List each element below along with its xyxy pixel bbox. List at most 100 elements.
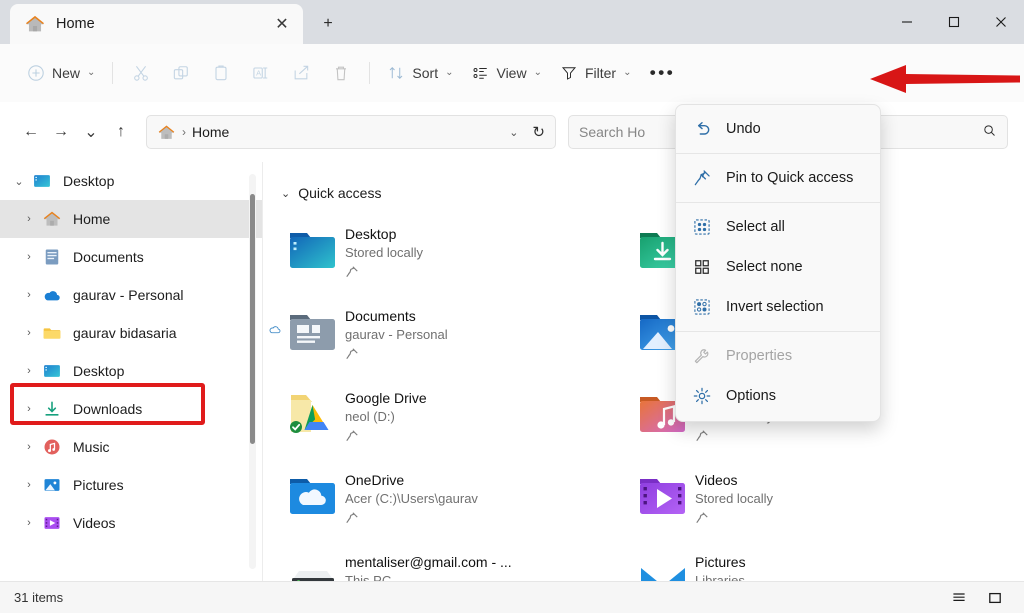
tile-subtitle: This PC bbox=[345, 573, 392, 581]
chevron-right-icon[interactable]: › bbox=[18, 365, 40, 377]
details-view-button[interactable] bbox=[980, 586, 1010, 610]
sidebar-item-label: Documents bbox=[73, 249, 144, 265]
svg-text:A: A bbox=[257, 68, 262, 77]
quick-access-tile[interactable]: Pictures Libraries bbox=[623, 540, 973, 581]
minimize-button[interactable] bbox=[883, 0, 930, 44]
chevron-down-icon[interactable]: ⌄ bbox=[281, 187, 290, 200]
recent-locations-button[interactable]: ⌄ bbox=[76, 117, 106, 147]
nav-scrollbar-thumb[interactable] bbox=[250, 194, 255, 444]
cut-icon[interactable] bbox=[121, 56, 161, 90]
tile-name: Desktop bbox=[345, 226, 397, 242]
maximize-button[interactable] bbox=[930, 0, 977, 44]
tile-icon-wrap bbox=[281, 466, 345, 526]
back-button[interactable]: ← bbox=[16, 117, 46, 147]
sidebar-item-downloads[interactable]: › Downloads bbox=[0, 390, 262, 428]
chevron-right-icon[interactable]: › bbox=[18, 479, 40, 491]
chevron-right-icon[interactable]: › bbox=[18, 251, 40, 263]
sidebar-item-desktop[interactable]: ⌄ Desktop bbox=[0, 162, 262, 200]
desktop-folder-icon bbox=[288, 228, 338, 272]
chevron-right-icon[interactable]: › bbox=[18, 213, 40, 225]
new-label: New bbox=[52, 64, 81, 81]
tile-text: Pictures Libraries bbox=[695, 548, 746, 581]
list-view-button[interactable] bbox=[944, 586, 974, 610]
menu-item-undo[interactable]: Undo bbox=[676, 109, 880, 149]
menu-item-label: Invert selection bbox=[726, 299, 824, 315]
share-icon[interactable] bbox=[281, 56, 321, 90]
tile-subtitle: neol (D:) bbox=[345, 409, 395, 424]
chevron-down-icon: ⌄ bbox=[533, 67, 542, 78]
tile-name: Google Drive bbox=[345, 390, 427, 406]
sidebar-item-music[interactable]: › Music bbox=[0, 428, 262, 466]
chevron-down-icon[interactable]: ⌄ bbox=[501, 126, 526, 139]
tile-icon-wrap bbox=[281, 548, 345, 581]
sidebar-item-desktop[interactable]: › Desktop bbox=[0, 352, 262, 390]
filter-button[interactable]: Filter ⌄ bbox=[551, 56, 641, 90]
menu-item-select-all[interactable]: Select all bbox=[676, 207, 880, 247]
chevron-right-icon[interactable]: › bbox=[18, 517, 40, 529]
divider bbox=[112, 61, 114, 84]
sidebar-item-label: Downloads bbox=[73, 401, 143, 417]
tile-name: Documents bbox=[345, 308, 416, 324]
rename-icon[interactable]: A bbox=[241, 56, 281, 90]
chevron-down-icon: ⌄ bbox=[87, 67, 96, 78]
menu-item-options[interactable]: Options bbox=[676, 376, 880, 416]
breadcrumb-separator: › bbox=[182, 125, 186, 139]
sidebar-item-videos[interactable]: › Videos bbox=[0, 504, 262, 542]
chevron-right-icon[interactable]: › bbox=[18, 441, 40, 453]
quick-access-tile[interactable]: OneDrive Acer (C:)\Users\gaurav bbox=[273, 458, 623, 540]
sidebar-item-documents[interactable]: › Documents bbox=[0, 238, 262, 276]
chevron-right-icon[interactable]: › bbox=[18, 289, 40, 301]
menu-item-pin-to-quick-access[interactable]: Pin to Quick access bbox=[676, 158, 880, 198]
filter-label: Filter bbox=[584, 64, 617, 81]
quick-access-grid: DesktopStored locally DownloadsStored lo… bbox=[269, 212, 1024, 581]
refresh-icon[interactable]: ↻ bbox=[532, 123, 549, 141]
view-button[interactable]: View ⌄ bbox=[462, 56, 550, 90]
quick-access-tile[interactable]: Google Drive neol (D:) bbox=[273, 376, 623, 458]
tile-icon-wrap bbox=[631, 548, 695, 581]
sort-button[interactable]: Sort ⌄ bbox=[378, 56, 462, 90]
new-button[interactable]: New ⌄ bbox=[18, 56, 104, 90]
paste-icon[interactable] bbox=[201, 56, 241, 90]
menu-item-label: Undo bbox=[726, 121, 761, 137]
menu-item-select-none[interactable]: Select none bbox=[676, 247, 880, 287]
chevron-right-icon[interactable]: › bbox=[18, 403, 40, 415]
home-icon bbox=[24, 13, 46, 35]
menu-separator bbox=[676, 331, 880, 332]
tab-home[interactable]: Home ✕ bbox=[10, 4, 303, 44]
close-icon[interactable]: ✕ bbox=[269, 11, 295, 37]
menu-item-label: Pin to Quick access bbox=[726, 170, 854, 186]
plus-circle-icon bbox=[28, 64, 44, 81]
pin-small-icon bbox=[345, 429, 359, 443]
sidebar-item-home[interactable]: › Home bbox=[0, 200, 262, 238]
properties-icon bbox=[692, 346, 712, 366]
new-tab-button[interactable]: + bbox=[309, 7, 347, 41]
breadcrumb[interactable]: Home bbox=[192, 124, 495, 140]
menu-item-invert-selection[interactable]: Invert selection bbox=[676, 287, 880, 327]
chevron-down-icon[interactable]: ⌄ bbox=[8, 175, 30, 188]
close-button[interactable] bbox=[977, 0, 1024, 44]
quick-access-group-header[interactable]: ⌄ Quick access bbox=[273, 180, 1024, 206]
forward-button[interactable]: → bbox=[46, 117, 76, 147]
sidebar-item-gaurav-bidasaria[interactable]: › gaurav bidasaria bbox=[0, 314, 262, 352]
cloud-status-icon bbox=[267, 324, 284, 338]
chevron-right-icon[interactable]: › bbox=[18, 327, 40, 339]
tile-name: mentaliser@gmail.com - ... bbox=[345, 554, 512, 570]
nav-scrollbar[interactable] bbox=[249, 174, 256, 569]
videos-folder-icon bbox=[638, 474, 688, 518]
copy-icon[interactable] bbox=[161, 56, 201, 90]
pin-small-icon bbox=[345, 265, 359, 279]
tile-text: OneDrive Acer (C:)\Users\gaurav bbox=[345, 466, 478, 525]
tile-icon-wrap bbox=[281, 384, 345, 444]
sidebar-item-gaurav-personal[interactable]: › gaurav - Personal bbox=[0, 276, 262, 314]
up-button[interactable]: ↑ bbox=[106, 117, 136, 147]
quick-access-tile[interactable]: mentaliser@gmail.com - ... This PC bbox=[273, 540, 623, 581]
see-more-button[interactable]: ••• bbox=[640, 56, 684, 90]
title-bar: Home ✕ + bbox=[0, 0, 1024, 44]
delete-icon[interactable] bbox=[321, 56, 361, 90]
quick-access-tile[interactable]: Videos Stored locally bbox=[623, 458, 973, 540]
sidebar-item-pictures[interactable]: › Pictures bbox=[0, 466, 262, 504]
address-bar[interactable]: › Home ⌄ ↻ bbox=[146, 115, 556, 149]
view-toggle-group bbox=[944, 586, 1010, 610]
quick-access-tile[interactable]: Desktop Stored locally bbox=[273, 212, 623, 294]
quick-access-tile[interactable]: Documents gaurav - Personal bbox=[269, 294, 623, 376]
